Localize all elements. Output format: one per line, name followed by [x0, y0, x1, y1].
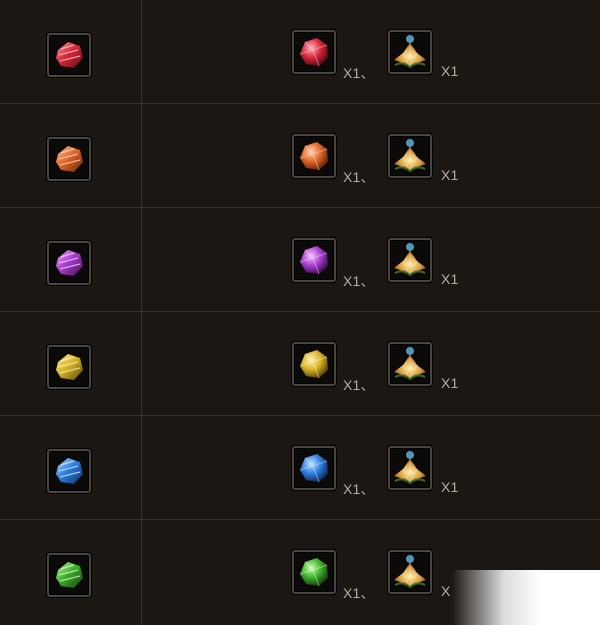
orange-gem-slot[interactable] [292, 134, 336, 178]
quantity-label: X1 [441, 63, 459, 79]
quantity-label: X1 [441, 479, 459, 495]
quantity-label: X1、 [343, 65, 375, 81]
recipe-row: X1、 X1 [0, 0, 600, 104]
blue-gem-shard-icon [56, 458, 83, 484]
purple-gem-icon [299, 246, 328, 275]
yellow-gem-icon [299, 350, 328, 379]
green-gem-slot[interactable] [292, 550, 336, 594]
yellow-gem-slot[interactable] [292, 342, 336, 386]
orange-gem-shard-icon [56, 146, 83, 172]
red-gem-shard-icon [56, 42, 83, 68]
quantity-label: X1、 [343, 585, 375, 601]
orange-gem-shard-slot[interactable] [47, 137, 91, 181]
quantity-label: X1、 [343, 481, 375, 497]
yellow-gem-shard-icon [56, 354, 83, 380]
quantity-label: X1、 [343, 377, 375, 393]
quantity-label: X1 [441, 167, 459, 183]
golden-lotus-icon [394, 555, 426, 589]
quantity-label: X1 [441, 271, 459, 287]
golden-lotus-slot[interactable] [388, 30, 432, 74]
quantity-label: X1、 [343, 273, 375, 289]
purple-gem-shard-icon [56, 250, 83, 276]
quantity-label: X1 [441, 375, 459, 391]
orange-gem-icon [299, 142, 328, 171]
purple-gem-slot[interactable] [292, 238, 336, 282]
recipe-row: X1、 X1 [0, 208, 600, 312]
recipe-row: X1、 X1 [0, 104, 600, 208]
red-gem-icon [299, 38, 328, 67]
quantity-label: X1、 [343, 169, 375, 185]
quantity-label: X [441, 583, 451, 599]
red-gem-slot[interactable] [292, 30, 336, 74]
blue-gem-icon [299, 454, 328, 483]
golden-lotus-slot[interactable] [388, 446, 432, 490]
golden-lotus-slot[interactable] [388, 238, 432, 282]
golden-lotus-icon [394, 451, 426, 485]
golden-lotus-icon [394, 347, 426, 381]
purple-gem-shard-slot[interactable] [47, 241, 91, 285]
golden-lotus-slot[interactable] [388, 134, 432, 178]
recipe-row: X1、 X1 [0, 416, 600, 520]
golden-lotus-slot[interactable] [388, 342, 432, 386]
recipe-row: X1、 X1 [0, 312, 600, 416]
golden-lotus-icon [394, 35, 426, 69]
green-gem-icon [299, 558, 328, 587]
red-gem-shard-slot[interactable] [47, 33, 91, 77]
golden-lotus-icon [394, 243, 426, 277]
golden-lotus-icon [394, 139, 426, 173]
green-gem-shard-slot[interactable] [47, 553, 91, 597]
yellow-gem-shard-slot[interactable] [47, 345, 91, 389]
green-gem-shard-icon [56, 562, 83, 588]
recipe-row: X1、 X [0, 520, 600, 624]
blue-gem-slot[interactable] [292, 446, 336, 490]
golden-lotus-slot[interactable] [388, 550, 432, 594]
gem-recipe-table: X1、 X1 X1、 X1 X1、 X1 X1、 X1 X1、 X1 X1、 X [0, 0, 600, 625]
blue-gem-shard-slot[interactable] [47, 449, 91, 493]
